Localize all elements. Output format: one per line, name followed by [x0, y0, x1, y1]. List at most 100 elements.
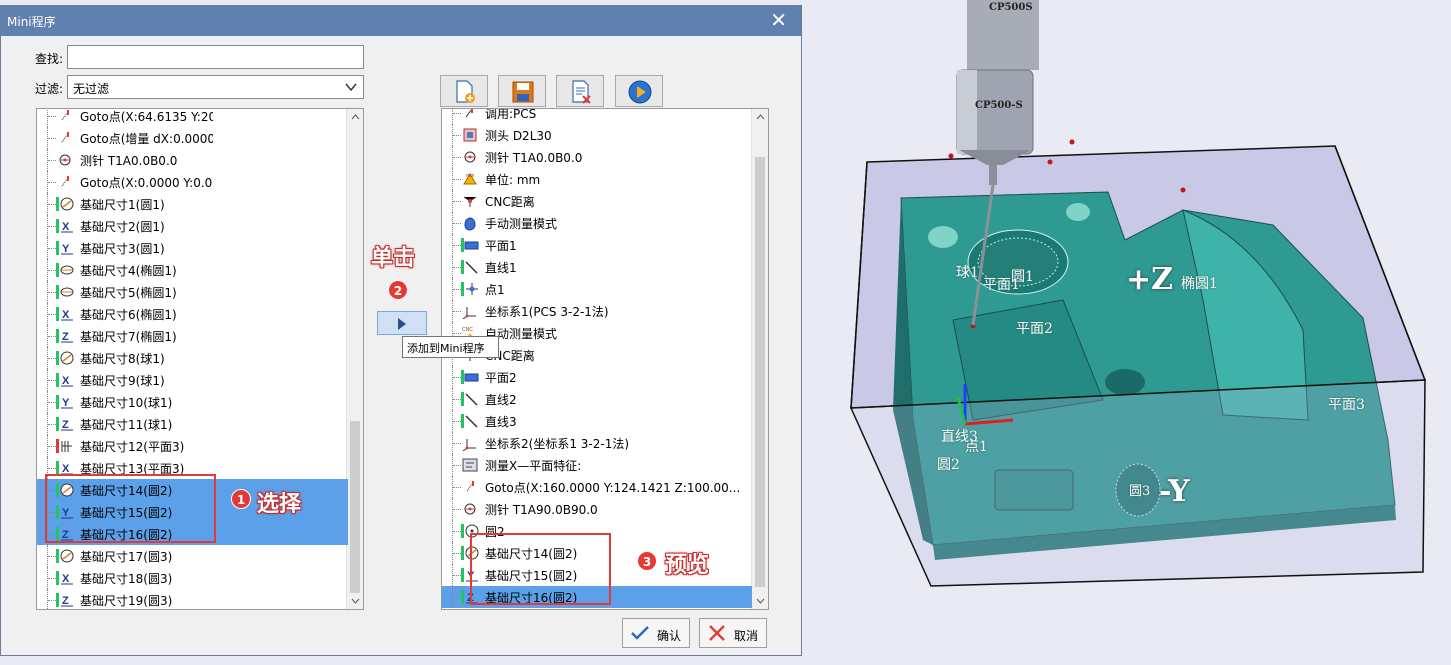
left-tree-item[interactable]: 测针 T1A0.0B0.0: [37, 149, 213, 171]
tree-branch: [453, 487, 461, 488]
left-tree-item[interactable]: Z 基础尺寸19(圆3): [37, 589, 213, 609]
diameter-icon: [56, 549, 74, 563]
filter-label: 过滤:: [35, 82, 64, 96]
clear-list-icon: [572, 80, 591, 104]
right-tree-item[interactable]: CNC距离: [442, 190, 752, 212]
line-icon: [461, 414, 478, 428]
dialog-titlebar: Mini程序 ✕: [1, 6, 801, 36]
left-tree-item[interactable]: 基础尺寸17(圆3): [37, 545, 213, 567]
scroll-down-icon[interactable]: [756, 596, 765, 605]
right-tree-item[interactable]: 测量X—平面特征:: [442, 454, 752, 476]
tree-branch: [48, 402, 56, 403]
svg-text:Y: Y: [62, 243, 70, 255]
play-icon: [628, 80, 652, 104]
run-program-button[interactable]: [615, 75, 663, 107]
right-tree-item[interactable]: 平面2: [442, 366, 752, 388]
left-tree-item[interactable]: 基础尺寸8(球1): [37, 347, 213, 369]
tree-branch: [453, 531, 461, 532]
left-tree-item[interactable]: X 基础尺寸9(球1): [37, 369, 213, 391]
left-tree-scrollbar[interactable]: [346, 109, 363, 609]
ok-button[interactable]: 确认: [622, 618, 690, 648]
left-scroll-thumb[interactable]: [350, 421, 360, 593]
tree-branch: [48, 556, 56, 557]
x-dim-icon: X: [56, 571, 73, 585]
right-tree-item-label: CNC距离: [485, 195, 535, 209]
left-tree-item[interactable]: X 基础尺寸6(椭圆1): [37, 303, 213, 325]
right-tree-item-label: 坐标系2(坐标系1 3-2-1法): [485, 437, 630, 451]
tree-branch: [453, 399, 461, 400]
right-scroll-thumb[interactable]: [755, 157, 765, 587]
line-icon: [461, 392, 478, 406]
left-tree-item[interactable]: 基础尺寸4(椭圆1): [37, 259, 213, 281]
scroll-up-icon[interactable]: [756, 113, 765, 122]
svg-text:X: X: [62, 375, 70, 387]
cancel-button[interactable]: 取消: [699, 618, 767, 648]
ellipse-icon: [56, 285, 74, 299]
z-dim-icon: Z: [56, 329, 73, 343]
right-tree-item[interactable]: 测头 D2L30: [442, 124, 752, 146]
label-plane3: 平面3: [1328, 397, 1365, 413]
right-tree-item[interactable]: 直线1: [442, 256, 752, 278]
left-tree-item[interactable]: Z 基础尺寸11(球1): [37, 413, 213, 435]
right-tree-item[interactable]: 测针 T1A0.0B0.0: [442, 146, 752, 168]
filter-dropdown[interactable]: 无过滤: [67, 75, 364, 99]
left-tree-item[interactable]: 基础尺寸5(椭圆1): [37, 281, 213, 303]
right-tree-item[interactable]: 平面1: [442, 234, 752, 256]
left-tree-item-label: 基础尺寸18(圆3): [80, 572, 173, 586]
left-tree-item[interactable]: Z 基础尺寸7(椭圆1): [37, 325, 213, 347]
left-tree-item[interactable]: Goto点(X:0.0000 Y:0.0000 Z:40.0000): [37, 171, 213, 193]
right-tree-item[interactable]: Goto点(X:160.0000 Y:124.1421 Z:100.00...: [442, 476, 752, 498]
tree-branch: [453, 553, 461, 554]
cad-viewport[interactable]: CP500S CP500-S 球1 圆1 平面1 +Z 椭圆1 平面2 平面3 …: [803, 0, 1451, 662]
save-program-button[interactable]: [498, 75, 546, 107]
left-tree-item[interactable]: X 基础尺寸2(圆1): [37, 215, 213, 237]
part-model: [849, 0, 1427, 587]
left-tree-item[interactable]: Y 基础尺寸3(圆1): [37, 237, 213, 259]
search-input[interactable]: [67, 45, 364, 69]
dialog-title: Mini程序: [7, 15, 56, 29]
label-ellipse1: 椭圆1: [1181, 276, 1218, 292]
scroll-up-icon[interactable]: [351, 113, 360, 122]
clear-program-button[interactable]: [556, 75, 604, 107]
tree-branch: [48, 182, 56, 183]
tree-branch: [453, 311, 461, 312]
right-tree-item[interactable]: mm 单位: mm: [442, 168, 752, 190]
point-icon: [461, 282, 478, 296]
right-tree-item[interactable]: 坐标系2(坐标系1 3-2-1法): [442, 432, 752, 454]
selection-highlight-box: [45, 474, 216, 543]
call-icon: [465, 109, 473, 118]
add-button-tooltip: 添加到Mini程序: [402, 336, 499, 358]
add-to-mini-program-button[interactable]: [377, 311, 427, 335]
goto-icon: [466, 481, 474, 492]
left-tree-item[interactable]: Y 基础尺寸10(球1): [37, 391, 213, 413]
close-icon[interactable]: ✕: [770, 9, 787, 31]
right-tree-item[interactable]: 坐标系1(PCS 3-2-1法): [442, 300, 752, 322]
mini-program-dialog: Mini程序 ✕ 查找: 过滤: 无过滤 Goto点(X:64.6135 Y:2…: [0, 5, 802, 656]
right-tree-item-label: 直线3: [485, 415, 517, 429]
stylus-icon: [464, 151, 476, 163]
right-tree-item[interactable]: 直线2: [442, 388, 752, 410]
scroll-down-icon[interactable]: [351, 596, 360, 605]
save-icon: [512, 81, 534, 103]
check-icon: [631, 626, 649, 640]
measure-icon: [462, 458, 478, 472]
left-tree-item[interactable]: X 基础尺寸18(圆3): [37, 567, 213, 589]
right-tree-item[interactable]: 点1: [442, 278, 752, 300]
left-tree-item[interactable]: Goto点(增量 dX:0.0000 dY:0.0000 dZ:200.00..…: [37, 127, 213, 149]
svg-text:Z: Z: [62, 595, 69, 607]
left-tree-item[interactable]: Goto点(X:64.6135 Y:200.0000 Z:100.0306): [37, 109, 213, 127]
tree-branch: [453, 509, 461, 510]
svg-text:X: X: [62, 573, 70, 585]
filter-value: 无过滤: [73, 82, 110, 96]
right-tree-item[interactable]: 直线3: [442, 410, 752, 432]
right-tree-item[interactable]: 调用:PCS: [442, 109, 752, 124]
right-tree-scrollbar[interactable]: [751, 109, 768, 609]
new-program-button[interactable]: [440, 75, 488, 107]
goto-icon: [61, 132, 69, 143]
left-tree-item[interactable]: 基础尺寸1(圆1): [37, 193, 213, 215]
left-tree-item[interactable]: 基础尺寸12(平面3): [37, 435, 213, 457]
flatness-icon: [56, 439, 72, 453]
x-dim-icon: X: [56, 219, 73, 233]
right-tree-item[interactable]: 手动测量模式: [442, 212, 752, 234]
right-tree-item[interactable]: 测针 T1A90.0B90.0: [442, 498, 752, 520]
